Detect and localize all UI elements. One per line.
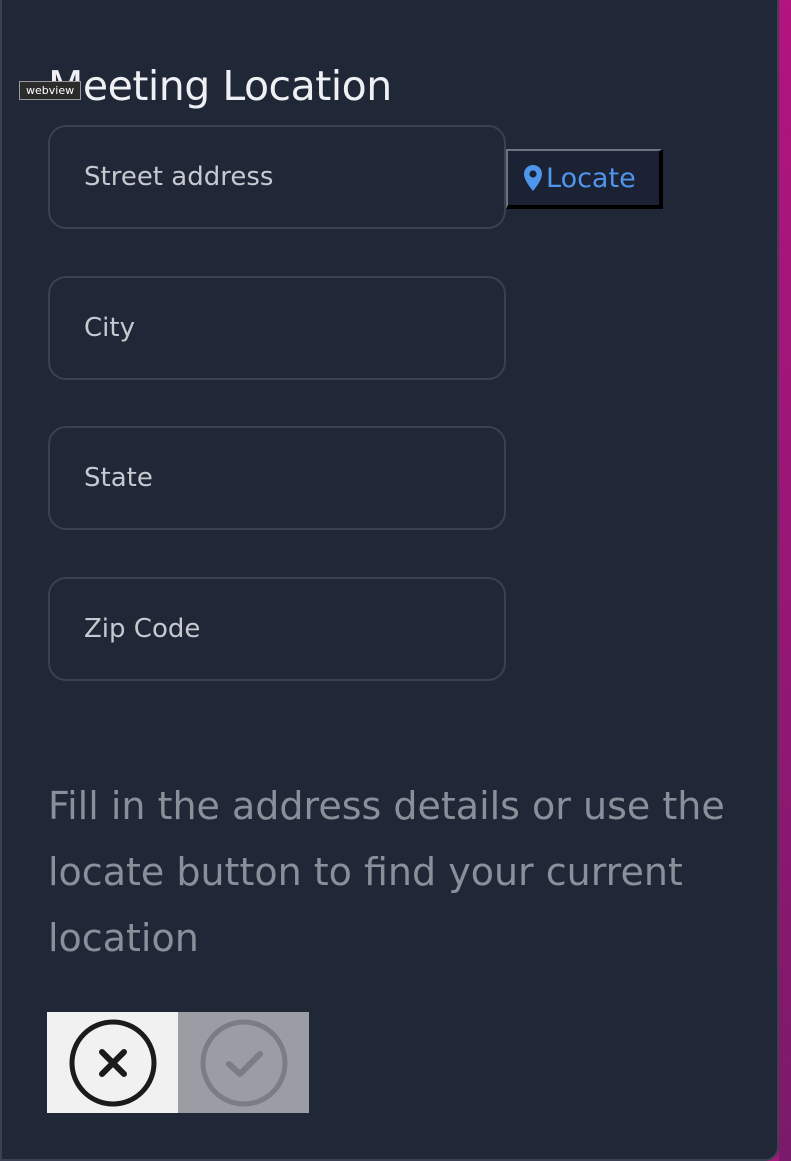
meeting-location-panel: webview Meeting Location Locate Fill in …	[0, 0, 779, 1161]
zip-code-input[interactable]	[50, 579, 504, 679]
street-address-input[interactable]	[50, 127, 504, 227]
street-address-field-box	[48, 125, 506, 229]
state-input[interactable]	[50, 428, 504, 528]
zip-code-field-box	[48, 577, 506, 681]
window-edge	[779, 0, 791, 1161]
cancel-button[interactable]	[47, 1012, 178, 1113]
locate-button[interactable]: Locate	[506, 149, 663, 209]
webview-tag: webview	[19, 81, 82, 100]
state-field-box	[48, 426, 506, 530]
city-field-box	[48, 276, 506, 380]
map-pin-icon	[524, 165, 542, 191]
help-text: Fill in the address details or use the l…	[48, 784, 725, 960]
confirm-button[interactable]	[178, 1012, 309, 1113]
close-circle-icon	[69, 1019, 156, 1106]
locate-button-label: Locate	[546, 162, 636, 194]
page-title: Meeting Location	[48, 62, 392, 110]
city-input[interactable]	[50, 278, 504, 378]
check-circle-icon	[200, 1019, 287, 1106]
